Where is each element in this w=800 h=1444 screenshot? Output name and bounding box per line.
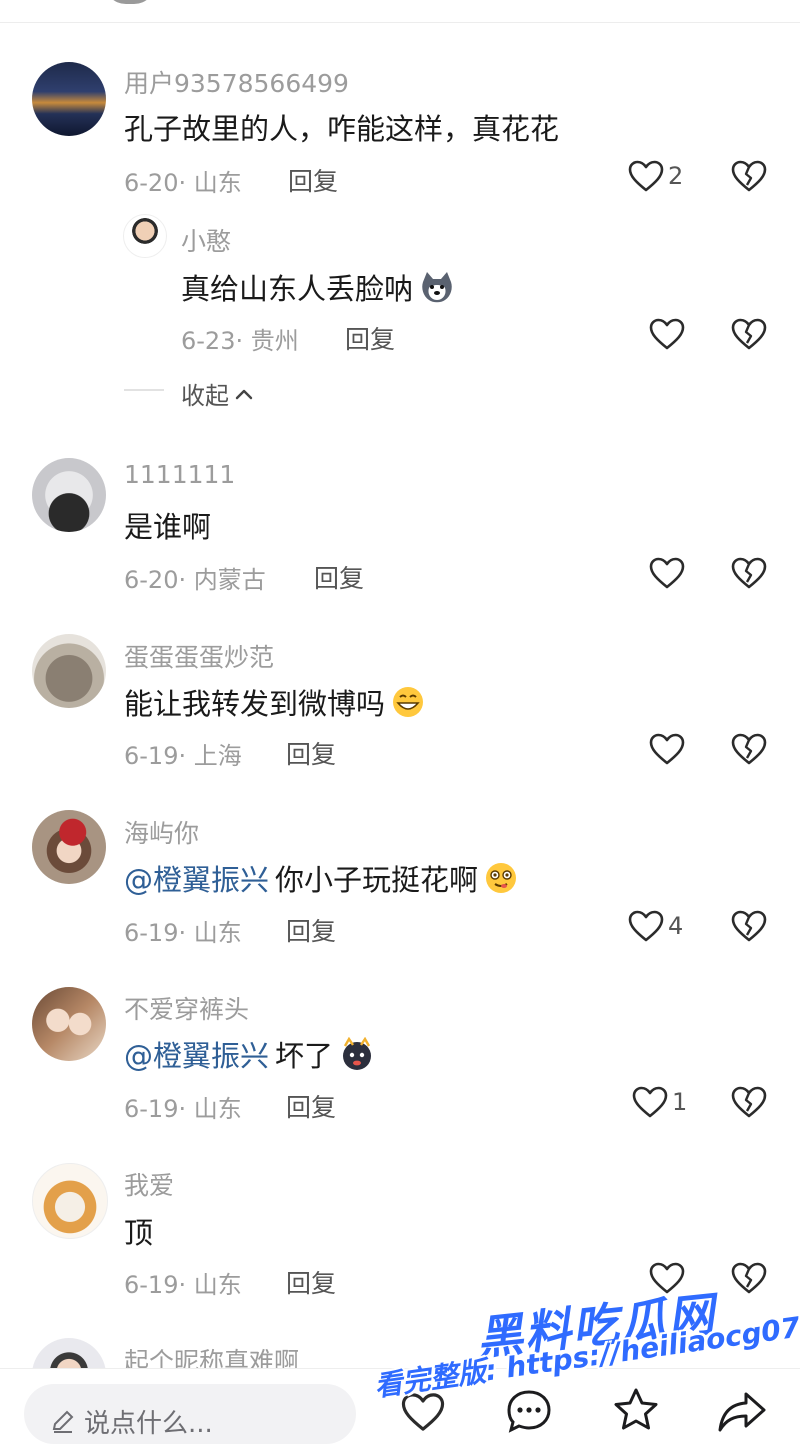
heart-icon [632, 1086, 668, 1118]
comment-text: @橙翼振兴 你小子玩挺花啊 [124, 857, 518, 899]
avatar[interactable] [123, 214, 167, 258]
avatar[interactable] [32, 62, 106, 136]
broken-heart-icon[interactable] [731, 910, 767, 942]
comment-username[interactable]: 1111111 [124, 460, 235, 489]
comment-username[interactable]: 用户93578566499 [124, 64, 349, 100]
heart-icon [649, 557, 685, 589]
angry-face-emoji-icon [343, 1037, 372, 1070]
comment-meta: 6-19· 山东 [124, 1271, 242, 1299]
comment-input-placeholder: 说点什么... [84, 1409, 213, 1439]
grin-emoji-icon [393, 687, 424, 717]
comment-meta: 6-19· 山东 [124, 1095, 242, 1123]
comment-text: @橙翼振兴 坏了 [124, 1033, 375, 1075]
reply-button[interactable]: 回复 [286, 912, 336, 948]
like-count: 1 [672, 1088, 688, 1116]
comment-text-content: 真给山东人丢脸呐 [181, 272, 414, 306]
reply-button[interactable]: 回复 [288, 162, 338, 198]
avatar[interactable] [32, 987, 106, 1061]
comment-meta: 6-20· 内蒙古 [124, 566, 266, 594]
avatar[interactable] [32, 634, 106, 708]
previous-comment-avatar [104, 0, 156, 4]
broken-heart-icon[interactable] [731, 160, 767, 192]
avatar[interactable] [32, 1163, 108, 1239]
pencil-icon [52, 1410, 74, 1433]
mention-link[interactable]: @橙翼振兴 [124, 857, 269, 899]
comment-username[interactable]: 我爱 [124, 1166, 174, 1202]
like-button[interactable]: 4 [628, 910, 683, 942]
heart-icon [628, 910, 664, 942]
divider [124, 389, 164, 391]
comment-meta: 6-20· 山东 [124, 169, 242, 197]
heart-icon [649, 733, 685, 765]
like-button[interactable] [649, 318, 685, 350]
like-button[interactable] [649, 557, 685, 589]
heart-icon [649, 318, 685, 350]
comment-text-content: 顶 [124, 1216, 154, 1250]
like-button[interactable]: 2 [628, 160, 683, 192]
share-icon[interactable] [716, 1388, 768, 1434]
like-button[interactable] [649, 733, 685, 765]
reply-button[interactable]: 回复 [314, 559, 364, 595]
husky-emoji-icon [422, 272, 452, 303]
comment-text: 顶 [124, 1210, 153, 1252]
comment-meta: 6-19· 上海 [124, 742, 242, 770]
comment-username[interactable]: 不爱穿裤头 [124, 990, 249, 1026]
broken-heart-icon[interactable] [731, 557, 767, 589]
comment-username[interactable]: 小憨 [181, 222, 231, 258]
comment-text: 是谁啊 [124, 504, 211, 546]
star-icon[interactable] [611, 1386, 661, 1434]
reply-button[interactable]: 回复 [286, 1264, 336, 1300]
reply-button[interactable]: 回复 [286, 1088, 336, 1124]
broken-heart-icon[interactable] [731, 318, 767, 350]
mention-link[interactable]: @橙翼振兴 [124, 1033, 269, 1075]
comment-text: 能让我转发到微博吗 [124, 681, 425, 723]
chevron-up-icon [235, 389, 253, 399]
avatar[interactable] [32, 458, 106, 532]
comment-meta: 6-23· 贵州 [181, 327, 299, 355]
heart-icon [628, 160, 664, 192]
like-count: 2 [668, 162, 684, 190]
reply-button[interactable]: 回复 [286, 735, 336, 771]
like-count: 4 [668, 912, 684, 940]
comment-text-content: 你小子玩挺花啊 [275, 863, 479, 897]
reply-button[interactable]: 回复 [345, 320, 395, 356]
broken-heart-icon[interactable] [731, 1262, 767, 1294]
broken-heart-icon[interactable] [731, 1086, 767, 1118]
collapse-replies-button[interactable]: 收起 [181, 376, 253, 411]
collapse-label: 收起 [181, 382, 229, 410]
like-button[interactable]: 1 [632, 1086, 687, 1118]
comment-text: 真给山东人丢脸呐 [181, 266, 455, 308]
comment-username[interactable]: 蛋蛋蛋蛋炒范 [124, 638, 274, 674]
comment-username[interactable]: 海屿你 [124, 814, 199, 850]
comment-text: 孔子故里的人，咋能这样，真花花 [124, 106, 559, 148]
broken-heart-icon[interactable] [731, 733, 767, 765]
comment-meta: 6-19· 山东 [124, 919, 242, 947]
chat-bubble-icon[interactable] [505, 1388, 553, 1434]
comment-text-content: 能让我转发到微博吗 [124, 687, 386, 721]
avatar[interactable] [32, 810, 106, 884]
divider [0, 22, 800, 23]
comment-text-content: 孔子故里的人，咋能这样，真花花 [124, 112, 560, 146]
comment-text-content: 坏了 [275, 1039, 334, 1073]
comment-text-content: 是谁啊 [124, 510, 212, 544]
dizzy-face-emoji-icon [486, 863, 517, 893]
